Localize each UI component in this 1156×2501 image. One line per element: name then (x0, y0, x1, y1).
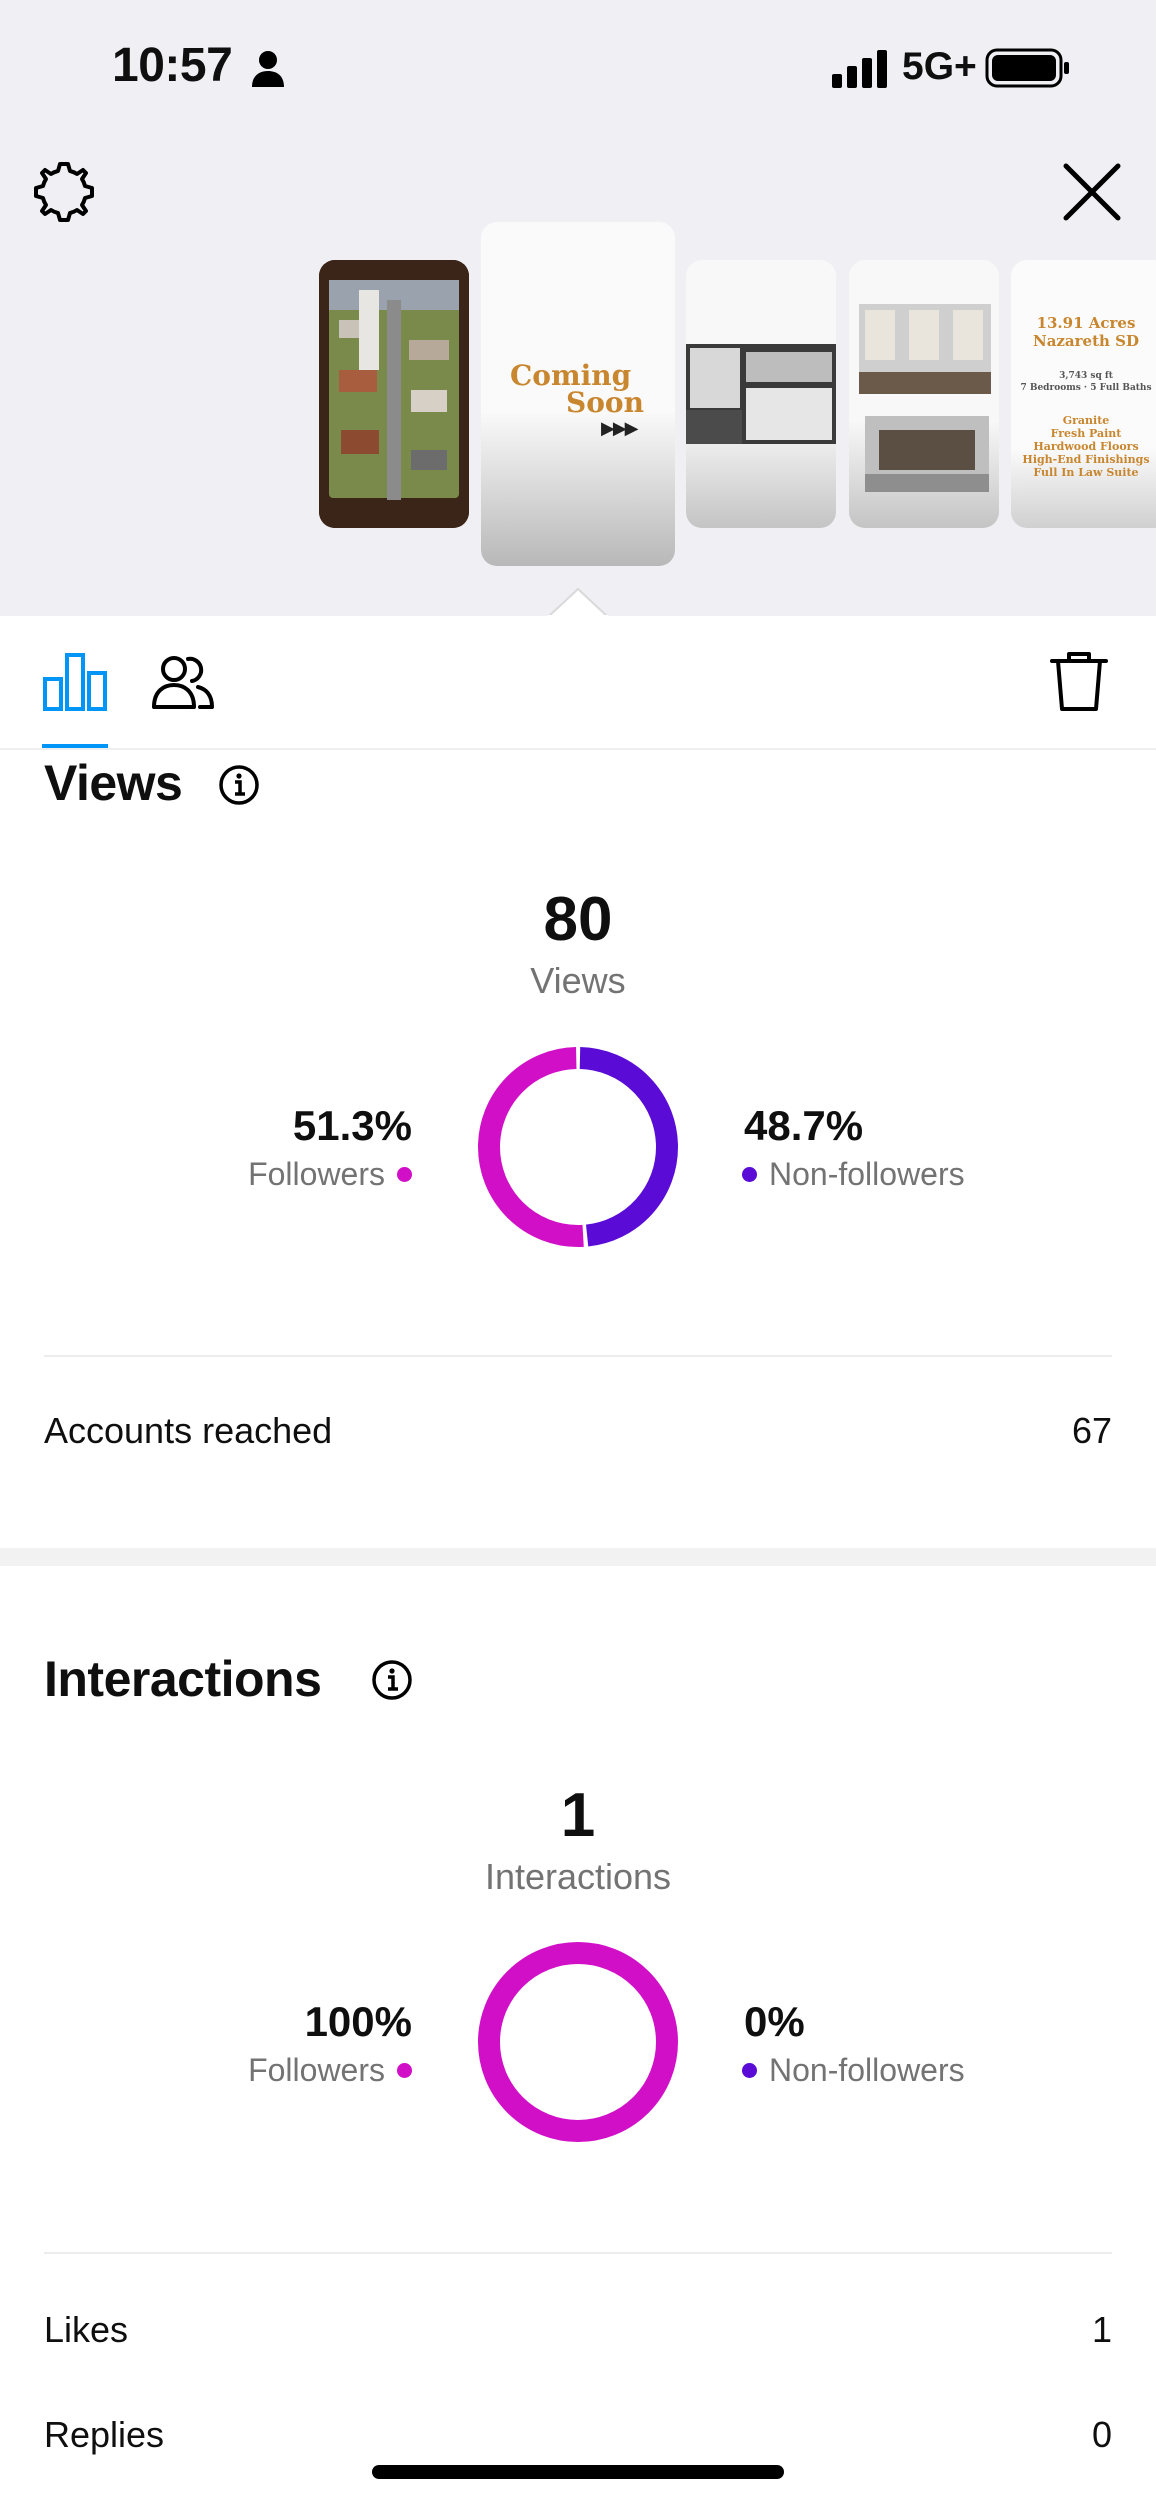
accounts-reached-value: 67 (1071, 1410, 1112, 1451)
signal-icon (832, 50, 887, 88)
views-nonfollowers-legend: Non-followers (742, 1156, 965, 1193)
followers-dot (397, 2063, 412, 2078)
settings-gear-icon[interactable] (32, 160, 96, 224)
legend-label: Followers (248, 2052, 385, 2088)
network-type: 5G+ (902, 45, 977, 88)
views-donut-chart (478, 1047, 678, 1247)
info-icon[interactable] (371, 1659, 413, 1701)
section-separator (0, 1548, 1156, 1566)
nonfollowers-dot (742, 2063, 757, 2078)
interactions-followers-percent: 100% (304, 1998, 412, 2045)
people-icon[interactable] (150, 651, 216, 711)
divider (44, 2252, 1112, 2254)
battery-icon (985, 48, 1069, 88)
insights-bar-chart-icon[interactable] (42, 651, 108, 711)
trash-icon[interactable] (1049, 649, 1109, 713)
story-header-area: 10:57 5G+ Coming Soon ▶▶▶ 13.91 Acres Na… (0, 0, 1156, 617)
selected-story-pointer (548, 587, 608, 617)
listing-details-text: 13.91 Acres Nazareth SD 3,743 sq ft 7 Be… (1020, 314, 1152, 479)
coming-soon-arrows: ▶▶▶ (601, 418, 639, 438)
story-thumbnail-coming-soon[interactable]: Coming Soon ▶▶▶ (481, 222, 675, 566)
interactions-nonfollowers-legend: Non-followers (742, 2052, 965, 2089)
accounts-reached-label: Accounts reached (44, 1410, 333, 1451)
views-total: 80 (543, 885, 613, 954)
divider (44, 1355, 1112, 1357)
home-indicator (372, 2465, 784, 2479)
views-title: Views (44, 755, 183, 811)
views-followers-legend: Followers (248, 1156, 412, 1193)
legend-label: Followers (248, 1156, 385, 1192)
views-total-label: Views (530, 960, 626, 1001)
coming-soon-text: Coming Soon (510, 359, 644, 419)
interactions-donut-chart (478, 1942, 678, 2142)
donut-segment-followers (478, 1942, 678, 2142)
close-icon[interactable] (1060, 160, 1124, 224)
interactions-total: 1 (560, 1781, 596, 1850)
likes-label: Likes (44, 2309, 129, 2350)
interactions-total-label: Interactions (484, 1856, 672, 1897)
status-bar: 10:57 5G+ (0, 0, 1156, 140)
info-icon[interactable] (218, 764, 260, 806)
replies-label: Replies (44, 2414, 165, 2455)
followers-dot (397, 1167, 412, 1182)
likes-value: 1 (1091, 2309, 1112, 2350)
views-followers-percent: 51.3% (292, 1102, 412, 1149)
active-tab-indicator (42, 744, 108, 748)
status-time: 10:57 (112, 39, 233, 92)
story-thumbnail-kitchen[interactable] (686, 260, 836, 528)
interactions-title: Interactions (44, 1651, 322, 1707)
legend-label: Non-followers (769, 2052, 965, 2088)
person-icon (252, 51, 284, 87)
legend-label: Non-followers (769, 1156, 965, 1192)
views-nonfollowers-percent: 48.7% (744, 1102, 864, 1149)
story-thumbnail-listing-details[interactable]: 13.91 Acres Nazareth SD 3,743 sq ft 7 Be… (1011, 260, 1156, 528)
nonfollowers-dot (742, 1167, 757, 1182)
replies-value: 0 (1091, 2414, 1112, 2455)
interactions-nonfollowers-percent: 0% (744, 1998, 805, 2045)
interactions-followers-legend: Followers (248, 2052, 412, 2089)
story-thumbnail-aerial[interactable] (319, 260, 469, 528)
story-thumbnail-interior[interactable] (849, 260, 999, 528)
